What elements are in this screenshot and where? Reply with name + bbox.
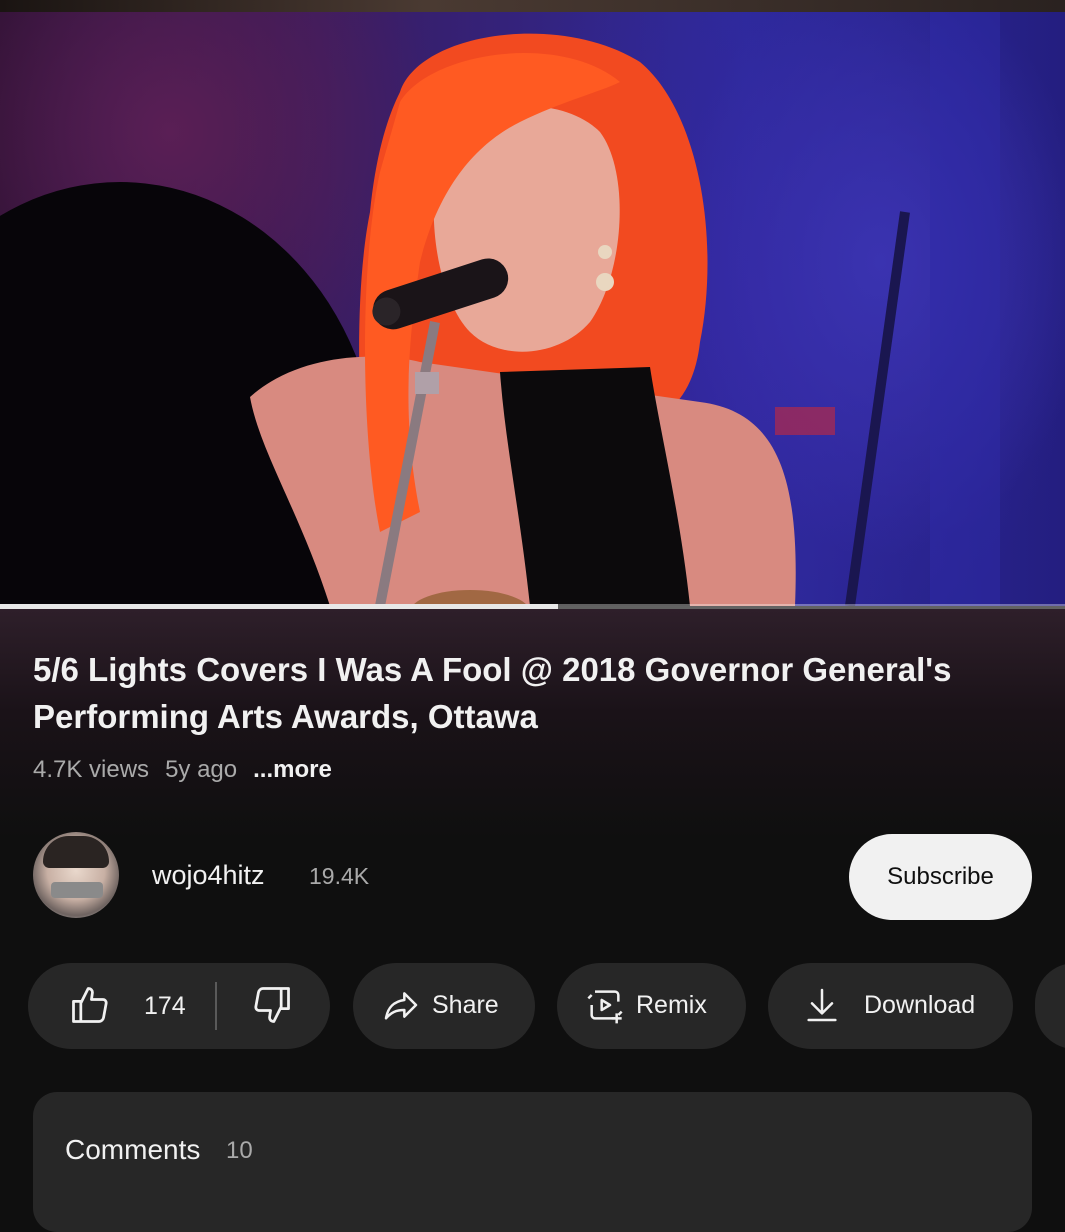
video-meta[interactable]: 4.7K views 5y ago ...more [33, 756, 348, 784]
comments-count: 10 [226, 1137, 253, 1164]
thumbs-down-icon [254, 987, 290, 1023]
download-button[interactable]: Download [768, 963, 1013, 1049]
like-button[interactable] [68, 983, 112, 1027]
video-player[interactable] [0, 12, 1065, 606]
channel-name[interactable]: wojo4hitz [152, 860, 265, 891]
video-frame [0, 12, 1000, 606]
action-bar: 174 Share Remix Download [28, 963, 1065, 1049]
like-count: 174 [144, 992, 186, 1020]
more-link[interactable]: ...more [253, 756, 332, 784]
comments-section[interactable]: Comments 10 [33, 1092, 1032, 1232]
thumbs-up-icon [72, 987, 108, 1023]
avatar-hair [43, 836, 109, 868]
download-label: Download [864, 991, 976, 1019]
remix-label: Remix [636, 991, 707, 1019]
dislike-button[interactable] [250, 983, 294, 1027]
channel-row: wojo4hitz 19.4K Subscribe [33, 832, 1033, 920]
share-label: Share [432, 991, 499, 1019]
share-button[interactable]: Share [353, 963, 535, 1049]
subscriber-count: 19.4K [309, 863, 370, 889]
video-title[interactable]: 5/6 Lights Covers I Was A Fool @ 2018 Go… [33, 646, 1023, 740]
download-icon [807, 988, 837, 1022]
share-arrow-icon [384, 992, 418, 1020]
subscribe-button[interactable]: Subscribe [849, 834, 1032, 920]
more-actions-button[interactable] [1035, 963, 1065, 1049]
avatar[interactable] [33, 832, 119, 918]
remix-icon [587, 990, 623, 1024]
status-strip [0, 0, 1065, 12]
comments-title: Comments [65, 1134, 201, 1165]
like-dislike-pill: 174 [28, 963, 330, 1049]
upload-age: 5y ago [165, 756, 238, 783]
view-count: 4.7K views [33, 756, 150, 783]
like-divider [215, 982, 217, 1030]
remix-button[interactable]: Remix [557, 963, 746, 1049]
avatar-tape [51, 882, 103, 898]
